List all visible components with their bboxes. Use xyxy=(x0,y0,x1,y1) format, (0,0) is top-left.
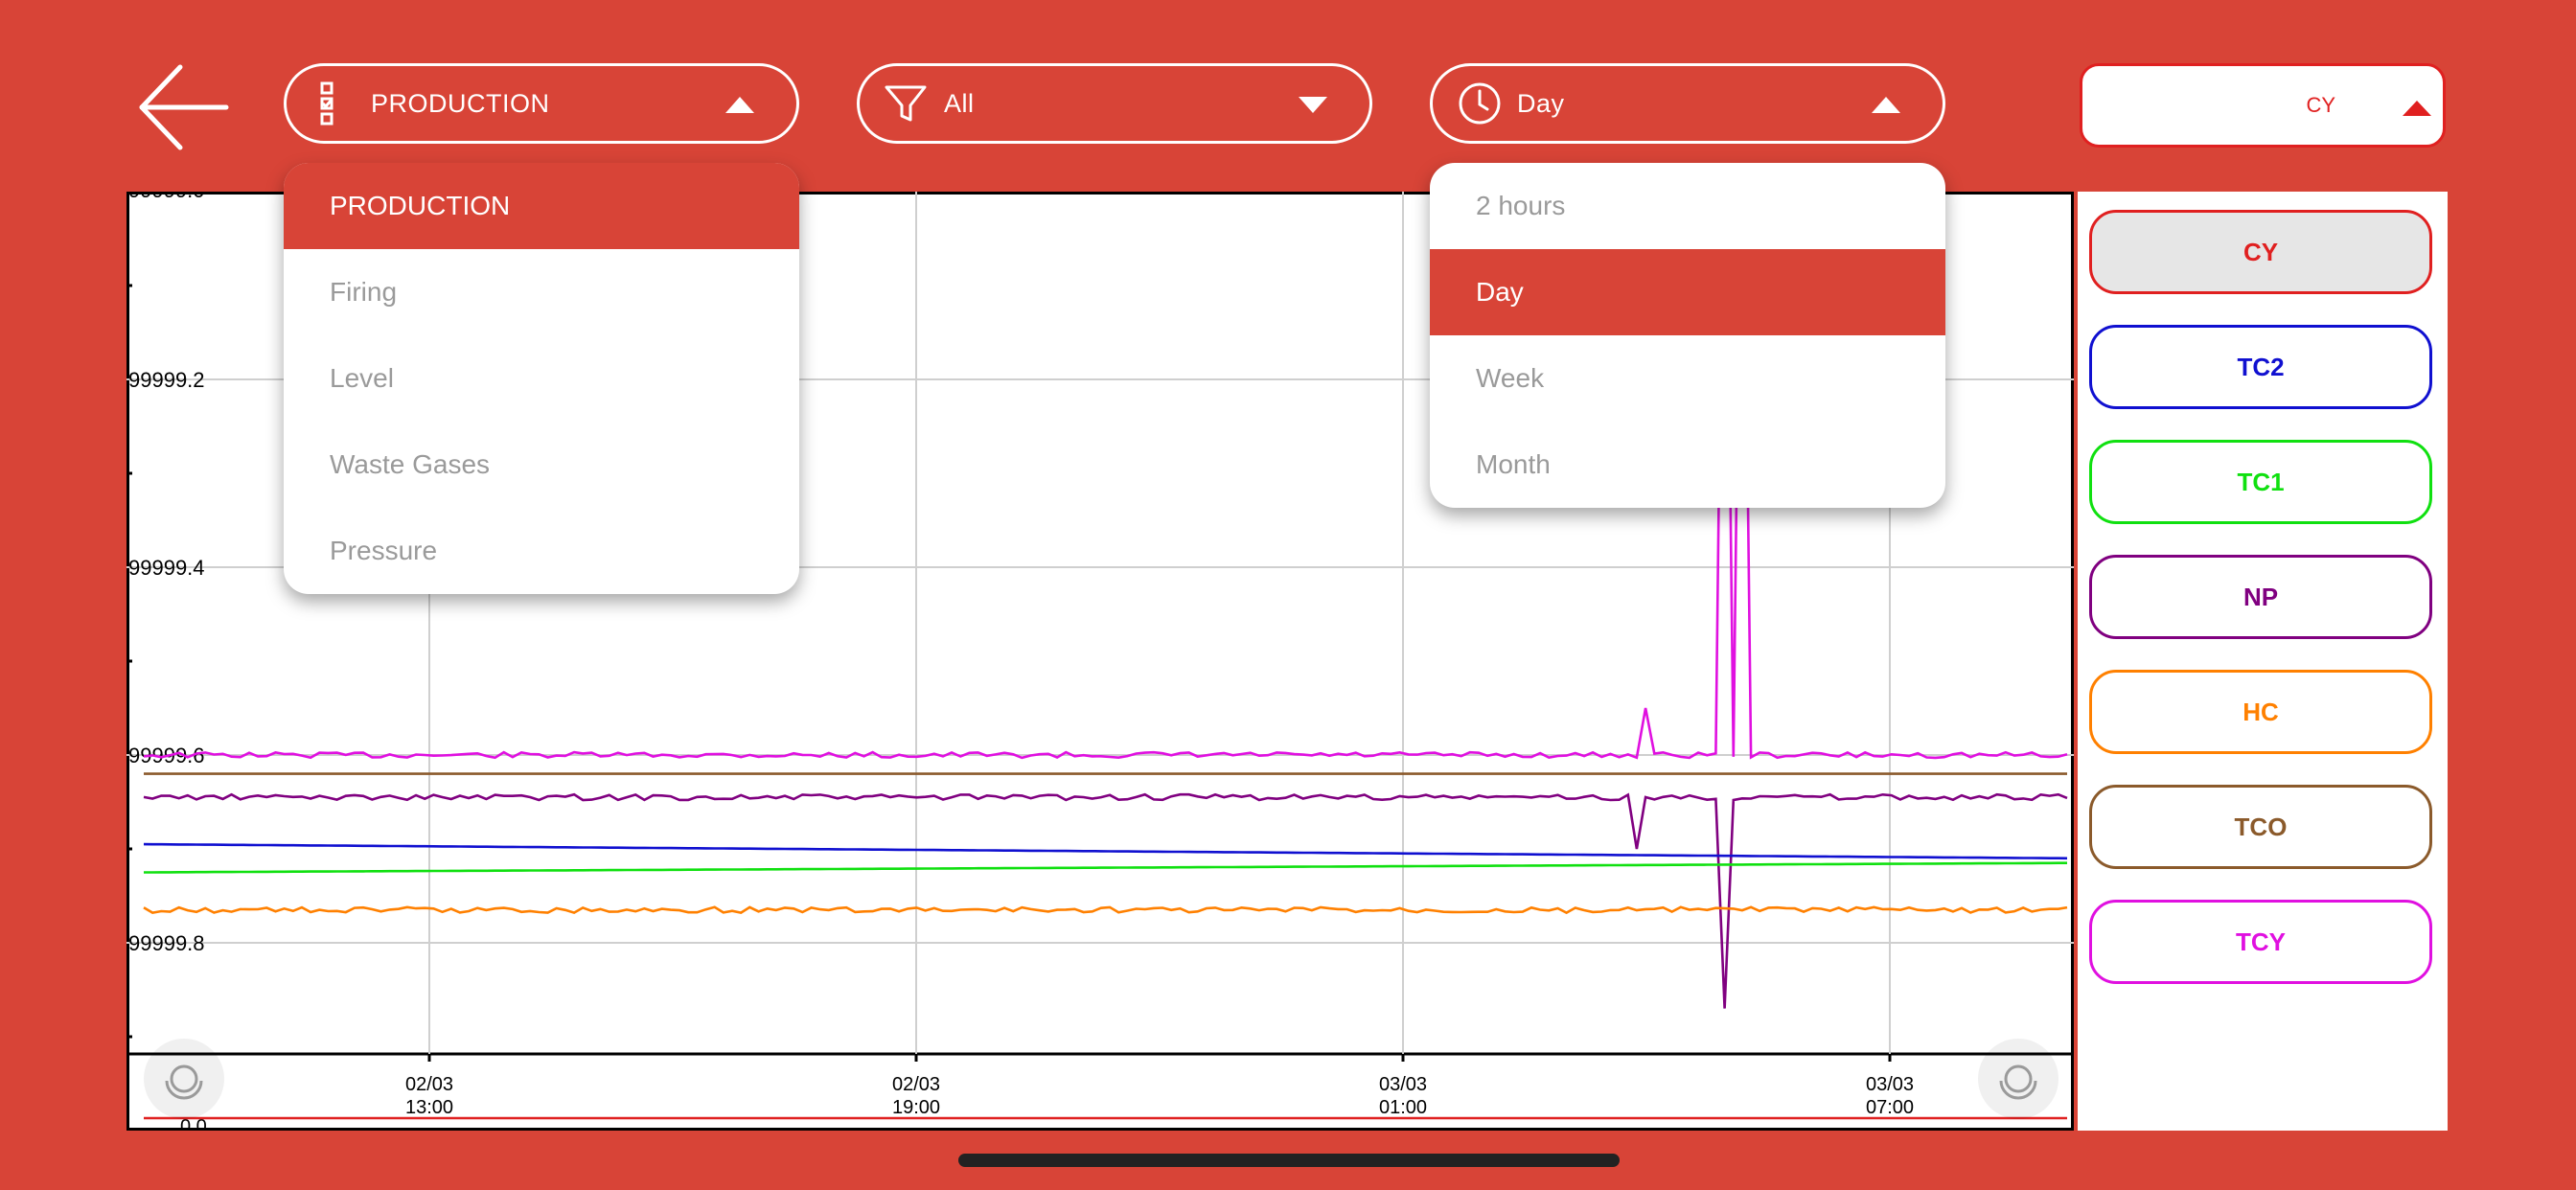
target-icon xyxy=(165,1064,203,1100)
period-option[interactable]: Month xyxy=(1430,422,1945,508)
category-option[interactable]: PRODUCTION xyxy=(284,163,799,249)
category-option[interactable]: Waste Gases xyxy=(284,422,799,508)
series-line-tc1 xyxy=(144,861,2067,874)
checklist-icon xyxy=(310,80,357,127)
back-arrow-icon[interactable] xyxy=(134,57,240,158)
x-tick-label-date: 02/03 xyxy=(405,1074,453,1095)
legend-button-tcy[interactable]: TCY xyxy=(2089,900,2432,984)
y-tick-label: 99999.2 xyxy=(128,368,205,392)
chevron-up-icon xyxy=(725,97,754,113)
filter-select[interactable]: All xyxy=(857,63,1372,144)
legend-button-cy[interactable]: CY xyxy=(2089,210,2432,294)
category-option[interactable]: Pressure xyxy=(284,508,799,594)
legend-panel: CY TC2 TC1 NP HC TCO TCY xyxy=(2078,192,2448,1131)
zoom-reset-right-button[interactable] xyxy=(1978,1039,2058,1119)
target-icon xyxy=(1999,1064,2037,1100)
zoom-reset-left-button[interactable] xyxy=(144,1039,224,1119)
legend-button-tc2[interactable]: TC2 xyxy=(2089,325,2432,409)
series-line-np xyxy=(143,792,2068,1009)
period-option[interactable]: Week xyxy=(1430,335,1945,422)
x-tick-label-time: 13:00 xyxy=(405,1097,453,1118)
x-tick-label-time: 01:00 xyxy=(1379,1097,1427,1118)
x-tick-label-date: 03/03 xyxy=(1866,1074,1914,1095)
x-tick-label-time: 19:00 xyxy=(892,1097,940,1118)
x-tick-label-time: 07:00 xyxy=(1866,1097,1914,1118)
category-dropdown: PRODUCTION Firing Level Waste Gases Pressure xyxy=(284,163,799,594)
series-select[interactable]: CY xyxy=(2080,63,2446,148)
series-line-hc xyxy=(143,905,2068,915)
series-line-tc2 xyxy=(143,842,2068,860)
chevron-down-icon xyxy=(1299,97,1327,113)
category-select[interactable]: PRODUCTION xyxy=(284,63,799,144)
legend-button-hc[interactable]: HC xyxy=(2089,670,2432,754)
period-select-label: Day xyxy=(1517,89,1565,118)
y-tick-label: 99999.4 xyxy=(128,556,205,580)
x-tick-label-date: 02/03 xyxy=(892,1074,940,1095)
period-select[interactable]: Day xyxy=(1430,63,1945,144)
category-option[interactable]: Firing xyxy=(284,249,799,335)
series-select-label: CY xyxy=(2306,93,2335,117)
legend-button-tco[interactable]: TCO xyxy=(2089,785,2432,869)
y-tick-label: 99999.8 xyxy=(128,931,205,955)
chevron-up-icon xyxy=(1872,97,1900,113)
home-indicator xyxy=(958,1154,1620,1167)
y-tick-label-top: 99999.0 xyxy=(128,192,205,202)
clock-icon xyxy=(1456,80,1504,127)
period-dropdown: 2 hours Day Week Month xyxy=(1430,163,1945,508)
period-option[interactable]: 2 hours xyxy=(1430,163,1945,249)
period-option[interactable]: Day xyxy=(1430,249,1945,335)
legend-button-tc1[interactable]: TC1 xyxy=(2089,440,2432,524)
filter-icon xyxy=(883,80,931,127)
category-option[interactable]: Level xyxy=(284,335,799,422)
filter-select-label: All xyxy=(944,89,975,118)
legend-button-np[interactable]: NP xyxy=(2089,555,2432,639)
category-select-label: PRODUCTION xyxy=(371,89,550,118)
x-tick-label-date: 03/03 xyxy=(1379,1074,1427,1095)
chevron-up-icon xyxy=(2403,101,2431,116)
